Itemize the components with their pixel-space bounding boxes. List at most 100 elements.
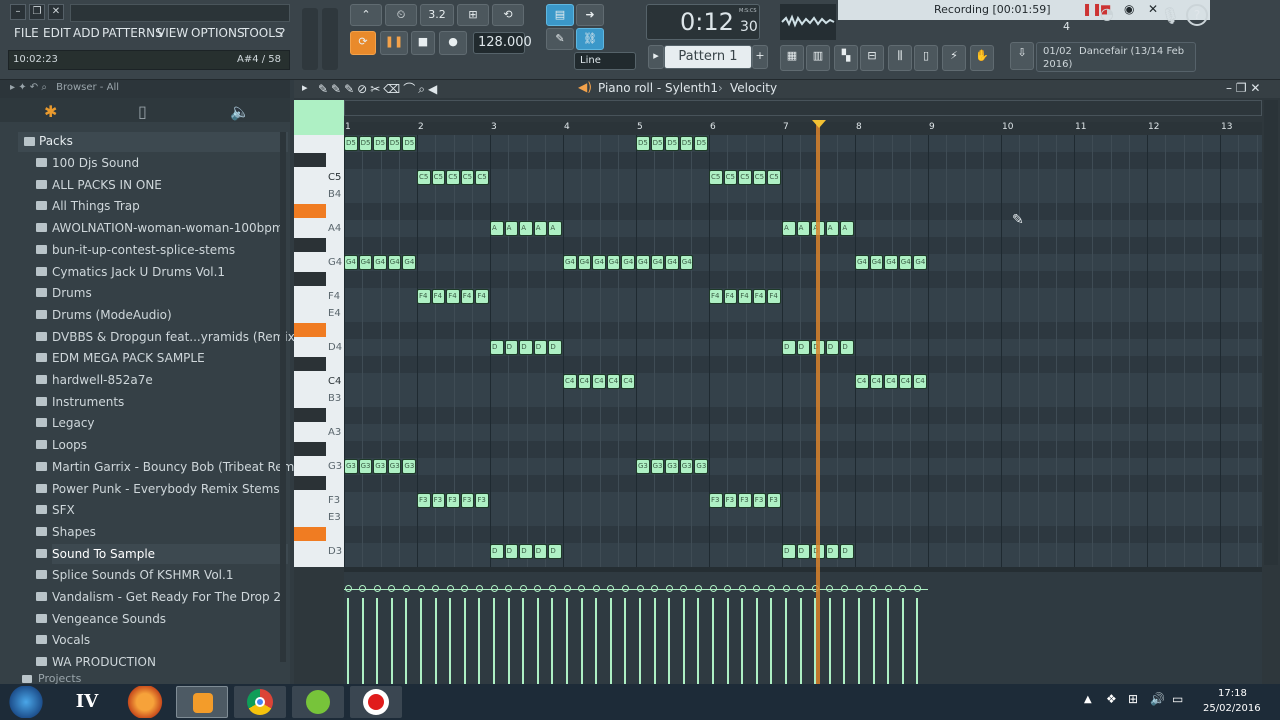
pattern-tree-icon[interactable]: ⊟ xyxy=(860,45,884,71)
note[interactable]: A xyxy=(796,221,811,236)
metronome-button[interactable]: ⌃ xyxy=(350,4,382,26)
note[interactable]: C5 xyxy=(460,170,475,185)
song-mode-button[interactable]: ⟳ xyxy=(350,31,376,55)
black-key[interactable] xyxy=(294,476,326,490)
note[interactable]: D xyxy=(548,340,562,355)
browser-item[interactable]: Shapes xyxy=(36,522,96,542)
close-icon[interactable]: ✕ xyxy=(48,4,64,20)
browser-item[interactable]: hardwell-852a7e xyxy=(36,370,153,390)
velocity-bar[interactable] xyxy=(741,598,744,684)
velocity-bar[interactable] xyxy=(668,598,671,684)
note[interactable]: G3 xyxy=(650,459,665,474)
note[interactable]: D5 xyxy=(679,136,694,151)
note[interactable]: C5 xyxy=(431,170,446,185)
velocity-lane[interactable] xyxy=(344,572,1262,684)
note[interactable]: G4 xyxy=(344,255,358,270)
camera-icon[interactable]: ◉ xyxy=(1124,2,1134,16)
note[interactable]: C5 xyxy=(475,170,489,185)
menu-help[interactable]: ? xyxy=(279,26,285,40)
channel-rack-icon[interactable]: ▚ xyxy=(834,45,858,71)
note[interactable]: G4 xyxy=(358,255,373,270)
pianoroll-view-icon[interactable]: ▥ xyxy=(806,45,830,71)
note[interactable]: F3 xyxy=(417,493,431,508)
meter-button[interactable]: 3.2 xyxy=(420,4,454,26)
note[interactable]: A xyxy=(519,221,533,236)
note[interactable]: G4 xyxy=(621,255,635,270)
note[interactable]: G4 xyxy=(577,255,592,270)
browser-item[interactable]: AWOLNATION-woman-woman-100bpm xyxy=(36,218,284,238)
black-key[interactable] xyxy=(294,323,326,337)
playlist-icon[interactable]: ➜ xyxy=(576,4,604,26)
note[interactable]: A xyxy=(504,221,519,236)
note[interactable]: C4 xyxy=(563,374,577,389)
note[interactable]: C5 xyxy=(752,170,767,185)
velocity-bar[interactable] xyxy=(770,598,773,684)
vertical-scrollbar[interactable] xyxy=(1264,100,1278,565)
velocity-bar[interactable] xyxy=(361,598,364,684)
browser-nav-icon[interactable]: ▸ ✦ ↶ ⌕ xyxy=(10,82,47,93)
velocity-bar[interactable] xyxy=(449,598,452,684)
note[interactable]: G4 xyxy=(665,255,679,270)
close-recorder-icon[interactable]: ✕ xyxy=(1148,2,1158,16)
velocity-bar[interactable] xyxy=(390,598,393,684)
note[interactable]: G3 xyxy=(373,459,387,474)
note[interactable]: F3 xyxy=(475,493,489,508)
draw-mode-icon[interactable]: ✎ xyxy=(546,28,574,50)
note[interactable]: C5 xyxy=(709,170,723,185)
note[interactable]: G4 xyxy=(679,255,694,270)
note[interactable]: D xyxy=(825,544,840,559)
packs-folder[interactable]: Packs xyxy=(18,132,288,152)
note[interactable]: C4 xyxy=(606,374,621,389)
menu-options[interactable]: OPTIONS xyxy=(191,26,245,40)
note[interactable]: A xyxy=(548,221,562,236)
velocity-bar[interactable] xyxy=(916,598,919,684)
minimize-icon[interactable]: – xyxy=(10,4,26,20)
velocity-bar[interactable] xyxy=(595,598,598,684)
note[interactable]: C4 xyxy=(855,374,869,389)
note[interactable]: F3 xyxy=(723,493,738,508)
note[interactable]: C4 xyxy=(913,374,927,389)
notification-icon[interactable]: ▭ xyxy=(1172,692,1183,706)
note[interactable]: D5 xyxy=(344,136,358,151)
window-controls-icon[interactable]: – ❐ ✕ xyxy=(1226,81,1260,95)
microphone-icon[interactable]: 🎙 xyxy=(1160,6,1180,30)
velocity-bar[interactable] xyxy=(434,598,437,684)
project-news[interactable]: 01/02 Dancefair (13/14 Feb 2016) xyxy=(1036,42,1196,72)
tool-icons[interactable]: ✎✎✎⊘✂⌫⌒⌕◀ xyxy=(318,80,440,97)
note[interactable]: D xyxy=(504,340,519,355)
note[interactable]: D xyxy=(548,544,562,559)
menu-file[interactable]: FILE xyxy=(14,26,39,40)
velocity-bar[interactable] xyxy=(405,598,408,684)
master-volume-slider[interactable] xyxy=(302,8,318,70)
velocity-bar[interactable] xyxy=(872,598,875,684)
pause-button[interactable]: ❚❚ xyxy=(380,31,408,55)
app-iv-icon[interactable]: IV xyxy=(64,686,110,718)
note[interactable]: C4 xyxy=(898,374,913,389)
black-key[interactable] xyxy=(294,442,326,456)
note[interactable]: C4 xyxy=(869,374,884,389)
velocity-bar[interactable] xyxy=(624,598,627,684)
plugin-icon[interactable]: ⚡ xyxy=(942,45,966,71)
note[interactable]: G4 xyxy=(869,255,884,270)
velocity-bar[interactable] xyxy=(712,598,714,684)
velocity-bar[interactable] xyxy=(463,598,466,684)
note[interactable]: F3 xyxy=(460,493,475,508)
browser-item[interactable]: Vocals xyxy=(36,630,90,650)
piano-roll-menu-icon[interactable]: ▸ xyxy=(302,81,308,94)
note[interactable]: F3 xyxy=(446,493,460,508)
velocity-bar[interactable] xyxy=(580,598,583,684)
browser-item[interactable]: Cymatics Jack U Drums Vol.1 xyxy=(36,262,225,282)
start-button-icon[interactable] xyxy=(4,686,48,718)
note[interactable]: D xyxy=(840,544,854,559)
note[interactable]: D5 xyxy=(358,136,373,151)
note[interactable]: C5 xyxy=(723,170,738,185)
velocity-bar[interactable] xyxy=(843,598,846,684)
note[interactable]: D5 xyxy=(694,136,708,151)
speaker-icon[interactable]: 🔈 xyxy=(230,102,250,121)
recorder-icon[interactable] xyxy=(350,686,402,718)
note[interactable]: F4 xyxy=(446,289,460,304)
tempo-display[interactable]: 128.000 xyxy=(473,32,532,54)
velocity-bar[interactable] xyxy=(536,598,539,684)
velocity-bar[interactable] xyxy=(507,598,510,684)
step-button[interactable]: ⊞ xyxy=(457,4,489,26)
